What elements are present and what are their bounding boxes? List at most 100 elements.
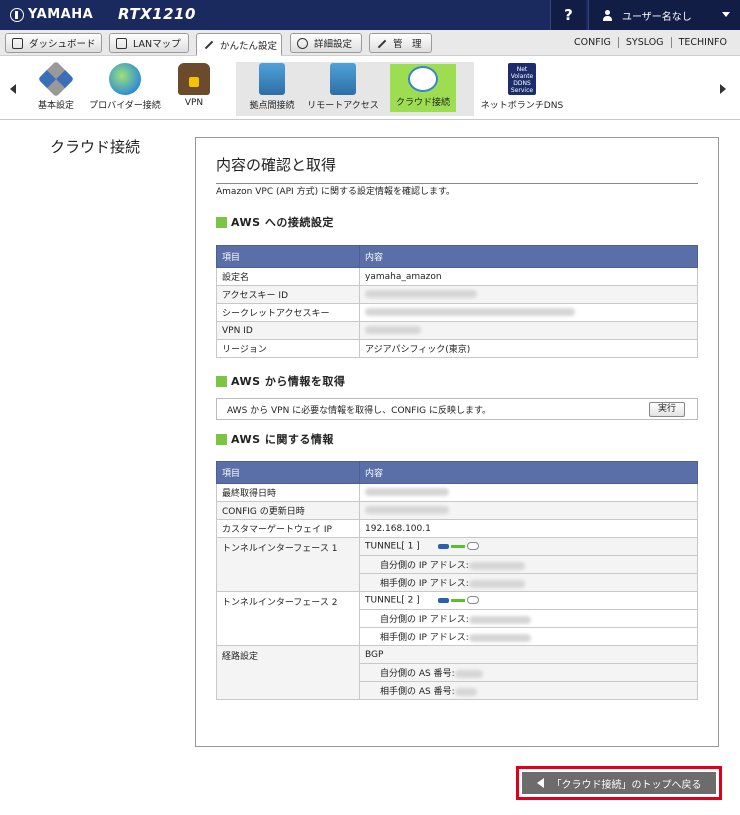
tunnel-name: TUNNEL[ 1 ] <box>365 541 420 552</box>
tab-label: LANマップ <box>133 39 181 50</box>
row-key: シークレットアクセスキー <box>216 303 360 322</box>
column-header: 項目 <box>216 461 360 484</box>
masked-value <box>454 669 483 678</box>
aws-info-table: 項目 内容 最終取得日時 CONFIG の更新日時 カスタマーゲートウェイ IP 1… <box>216 461 698 700</box>
row-value <box>359 483 698 502</box>
page-title: 内容の確認と取得 <box>216 154 698 184</box>
tab-management[interactable]: 管 理 <box>369 33 432 53</box>
sub-key: 自分側の AS 番号: <box>380 669 455 679</box>
top-links: CONFIG SYSLOG TECHINFO <box>567 37 734 48</box>
back-to-cloud-top-button[interactable]: 「クラウド接続」のトップへ戻る <box>522 772 716 794</box>
row-value: TUNNEL[ 2 ] <box>359 591 698 610</box>
row-key: アクセスキー ID <box>216 285 360 304</box>
row-value <box>359 285 698 304</box>
masked-value <box>365 506 449 514</box>
cloud-icon <box>408 66 438 92</box>
menu-label: リモートアクセス <box>307 101 379 111</box>
arrow-left-icon <box>536 778 544 788</box>
row-value <box>359 321 698 340</box>
tab-dashboard[interactable]: ダッシュボード <box>5 33 102 53</box>
row-value <box>359 303 698 322</box>
row-key: VPN ID <box>216 321 360 340</box>
table-header-row: 項目 内容 <box>216 245 698 268</box>
sub-key: 自分側の IP アドレス: <box>380 615 469 625</box>
help-button[interactable]: ? <box>550 0 586 30</box>
user-menu[interactable]: ユーザー名なし <box>588 0 740 30</box>
row-key: リージョン <box>216 339 360 358</box>
row-key: 経路設定 <box>216 645 360 700</box>
menu-label: 基本設定 <box>37 101 74 111</box>
user-icon <box>603 9 612 21</box>
techinfo-link[interactable]: TECHINFO <box>670 37 734 48</box>
tab-easy-setup[interactable]: かんたん設定 <box>196 33 282 56</box>
chevron-down-icon <box>722 12 730 17</box>
fetch-description: AWS から VPN に必要な情報を取得し、CONFIG に反映します。 <box>227 405 492 416</box>
main-tabs: ダッシュボード LANマップ かんたん設定 詳細設定 管 理 CONFIG SY… <box>0 30 740 56</box>
syslog-link[interactable]: SYSLOG <box>617 37 671 48</box>
section-aws-info: AWS に関する情報 <box>216 431 334 447</box>
table-row: カスタマーゲートウェイ IP 192.168.100.1 <box>216 519 698 538</box>
section-title: AWS に関する情報 <box>231 433 334 446</box>
section-marker-icon <box>216 433 227 445</box>
row-key: トンネルインターフェース 1 <box>216 537 360 592</box>
table-row: CONFIG の更新日時 <box>216 501 698 520</box>
row-value: 相手側の IP アドレス: <box>359 627 698 646</box>
back-button-label: 「クラウド接続」のトップへ戻る <box>551 779 702 791</box>
table-row: 設定名 yamaha_amazon <box>216 267 698 286</box>
menu-netvolante-dns[interactable]: Net Volante DDNS Service ネットボランチDNS <box>478 60 566 116</box>
tab-label: ダッシュボード <box>29 39 96 50</box>
menu-basic-settings[interactable]: 基本設定 <box>16 60 96 116</box>
tab-lanmap[interactable]: LANマップ <box>109 33 189 53</box>
page-description: Amazon VPC (API 方式) に関する設定情報を確認します。 <box>216 187 456 197</box>
dashboard-icon <box>12 37 23 49</box>
row-value: 自分側の IP アドレス: <box>359 555 698 574</box>
row-value: アジアパシフィック(東京) <box>359 339 698 358</box>
aws-connection-table: 項目 内容 設定名 yamaha_amazon アクセスキー ID シークレットアク… <box>216 245 698 358</box>
ddns-badge-line: Service <box>510 87 534 94</box>
row-value: 相手側の IP アドレス: <box>359 573 698 592</box>
masked-value <box>365 290 477 298</box>
table-row: VPN ID <box>216 321 698 340</box>
tab-label: かんたん設定 <box>220 40 278 52</box>
model-name: RTX1210 <box>118 5 196 23</box>
sub-menu: 基本設定 プロバイダー接続 VPN 拠点間接続 リモートアクセス クラウド接続 … <box>0 56 740 120</box>
config-link[interactable]: CONFIG <box>567 37 618 48</box>
tunnel-status-icon <box>437 541 482 551</box>
masked-value <box>468 579 525 588</box>
menu-cloud-connect[interactable]: クラウド接続 <box>390 64 456 112</box>
execute-button[interactable]: 実行 <box>648 402 685 417</box>
back-button-highlight: 「クラウド接続」のトップへ戻る <box>516 766 722 800</box>
row-value: 192.168.100.1 <box>359 519 698 538</box>
menu-label: クラウド接続 <box>395 98 450 108</box>
table-row: 経路設定 BGP <box>216 645 698 700</box>
row-key: CONFIG の更新日時 <box>216 501 360 520</box>
menu-provider[interactable]: プロバイダー接続 <box>85 60 165 116</box>
tab-advanced-settings[interactable]: 詳細設定 <box>290 33 362 53</box>
tab-label: 管 理 <box>393 39 422 50</box>
lanmap-icon <box>116 37 127 49</box>
row-key: 最終取得日時 <box>216 483 360 502</box>
menu-label: 拠点間接続 <box>249 101 295 111</box>
tunnel-name: TUNNEL[ 2 ] <box>365 595 420 606</box>
wrench-icon <box>376 38 387 49</box>
site-to-site-icon <box>259 63 285 95</box>
menu-site-to-site[interactable]: 拠点間接続 <box>232 60 312 116</box>
tunnel-status-icon <box>437 595 482 605</box>
lock-icon <box>178 63 210 95</box>
row-value: 自分側の IP アドレス: <box>359 609 698 628</box>
menu-vpn[interactable]: VPN <box>154 60 234 116</box>
magic-wand-icon <box>203 39 214 50</box>
menu-label: プロバイダー接続 <box>89 101 161 111</box>
row-key: 設定名 <box>216 267 360 286</box>
table-row: リージョン アジアパシフィック(東京) <box>216 339 698 358</box>
side-title: クラウド接続 <box>50 138 141 156</box>
sub-key: 自分側の IP アドレス: <box>380 561 469 571</box>
globe-icon <box>109 63 141 95</box>
section-title: AWS から情報を取得 <box>231 375 346 388</box>
sub-key: 相手側の AS 番号: <box>380 687 455 697</box>
scroll-right-icon[interactable] <box>720 84 726 94</box>
top-header: YAMAHA RTX1210 ? ユーザー名なし <box>0 0 740 30</box>
column-header: 項目 <box>216 245 360 268</box>
row-value <box>359 501 698 520</box>
menu-remote-access[interactable]: リモートアクセス <box>303 60 383 116</box>
